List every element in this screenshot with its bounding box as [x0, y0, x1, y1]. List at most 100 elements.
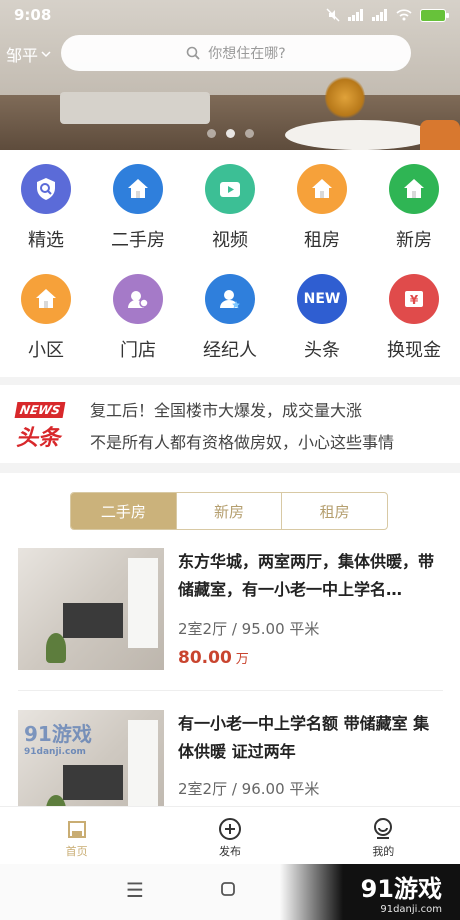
home-icon [66, 815, 88, 843]
new-badge-text: NEW [303, 291, 341, 307]
store-icon [113, 274, 163, 324]
listing-title[interactable]: 东方华城，两室两厅，集体供暖，带储藏室，有一小老一中上学名… [178, 548, 443, 608]
category-label: 视频 [212, 230, 248, 251]
photo-plant [46, 633, 66, 663]
status-time: 9:08 [14, 6, 52, 24]
menu-icon[interactable]: ☰ [126, 878, 144, 902]
search-input[interactable]: 你想住在哪? [61, 35, 411, 71]
listing-meta: 2室2厅 / 96.00 平米 [178, 780, 320, 798]
category-2[interactable]: 二手房 [92, 164, 184, 264]
listing-photo[interactable] [18, 548, 164, 670]
section-divider [0, 463, 460, 473]
photo-watermark: 91游戏 91danji.com [24, 718, 92, 757]
tab-second-hand[interactable]: 二手房 [71, 493, 177, 529]
banner-dot-active[interactable] [225, 129, 235, 138]
new-badge-icon: NEW [297, 274, 347, 324]
shield-search-icon [21, 164, 71, 214]
city-label: 邹平 [6, 46, 39, 65]
category-label: 门店 [120, 340, 156, 361]
city-selector[interactable]: 邹平 [6, 42, 52, 66]
category-4[interactable]: 租房 [276, 164, 368, 264]
listing-divider [18, 690, 443, 691]
banner-sofa [60, 92, 210, 124]
photo-window [128, 558, 158, 648]
nav-publish-label: 发布 [218, 845, 241, 858]
house-icon [297, 164, 347, 214]
category-9[interactable]: NEW 头条 [276, 274, 368, 374]
photo-tv [63, 765, 123, 800]
news-headline-2[interactable]: 不是所有人都有资格做房奴，小心这些事情 [90, 429, 394, 453]
category-10[interactable]: ¥ 换现金 [368, 274, 460, 374]
price-value: 80.00 [178, 648, 232, 668]
news-logo: NEWS 头条 [14, 399, 74, 451]
tab-rental[interactable]: 租房 [282, 493, 387, 529]
nav-profile[interactable]: 我的 [307, 807, 460, 864]
video-icon [205, 164, 255, 214]
status-bar: 9:08 [0, 0, 460, 30]
listing-title[interactable]: 有一小老一中上学名额 带储藏室 集体供暖 证过两年 [178, 710, 443, 770]
category-label: 新房 [396, 230, 432, 251]
search-icon [186, 46, 200, 60]
category-label: 换现金 [387, 340, 441, 361]
search-placeholder: 你想住在哪? [208, 46, 286, 62]
news-logo-head: 头条 [16, 426, 61, 451]
category-8[interactable]: 经纪人 [184, 274, 276, 374]
signal-icon [348, 9, 363, 21]
agent-icon [205, 274, 255, 324]
banner-dot[interactable] [206, 129, 216, 138]
category-label: 精选 [28, 230, 64, 251]
nav-publish[interactable]: 发布 [153, 807, 306, 864]
plus-circle-icon [218, 815, 242, 843]
category-label: 经纪人 [203, 340, 257, 361]
house-icon [389, 164, 439, 214]
category-label: 小区 [28, 340, 64, 361]
nav-home[interactable]: 首页 [0, 807, 153, 864]
profile-icon [371, 815, 395, 843]
listing-tabs: 二手房 新房 租房 [70, 492, 388, 530]
nav-profile-label: 我的 [372, 845, 395, 858]
watermark: 91游戏 91danji.com [280, 864, 460, 920]
news-logo-tag: NEWS [14, 402, 66, 418]
listing-photo[interactable]: 91游戏 91danji.com [18, 710, 164, 806]
banner-flowers [325, 75, 365, 120]
listing-meta: 2室2厅 / 95.00 平米 [178, 620, 320, 638]
banner-dot[interactable] [244, 129, 254, 138]
category-label: 头条 [304, 340, 340, 361]
photo-watermark-logo: 91游戏 [24, 722, 92, 746]
house-icon [113, 164, 163, 214]
house-icon [21, 274, 71, 324]
category-1[interactable]: 精选 [0, 164, 92, 264]
news-headline-1[interactable]: 复工后！全国楼市大爆发，成交量大涨 [90, 397, 362, 421]
listing-card[interactable]: 东方华城，两室两厅，集体供暖，带储藏室，有一小老一中上学名… 2室2厅 / 95… [18, 548, 443, 673]
home-square-icon[interactable] [220, 878, 236, 902]
wifi-icon [396, 9, 412, 21]
category-label: 二手房 [111, 230, 165, 251]
category-5[interactable]: 新房 [368, 164, 460, 264]
category-3[interactable]: 视频 [184, 164, 276, 264]
tab-new-house[interactable]: 新房 [177, 493, 283, 529]
mute-icon [326, 8, 340, 22]
price-unit: 万 [235, 652, 249, 667]
banner-pagination [0, 129, 460, 138]
listing-card[interactable]: 91游戏 91danji.com 有一小老一中上学名额 带储藏室 集体供暖 证过… [18, 710, 443, 806]
category-6[interactable]: 小区 [0, 274, 92, 374]
news-section[interactable]: NEWS 头条 复工后！全国楼市大爆发，成交量大涨 不是所有人都有资格做房奴，小… [0, 385, 460, 463]
section-divider [0, 377, 460, 385]
status-icons [326, 8, 449, 22]
watermark-logo: 91游戏 [360, 875, 442, 903]
category-grid: 精选 二手房 视频 租房 新房小区 门店 经纪人 NEW 头条 ¥ 换现金 [0, 150, 460, 375]
svg-text:¥: ¥ [410, 293, 419, 307]
cash-icon: ¥ [389, 274, 439, 324]
photo-watermark-url: 91danji.com [24, 747, 86, 757]
nav-home-label: 首页 [65, 845, 88, 858]
photo-window [128, 720, 158, 806]
photo-tv [63, 603, 123, 638]
category-label: 租房 [304, 230, 340, 251]
battery-icon [420, 8, 449, 22]
bottom-nav: 首页 发布 我的 [0, 806, 460, 864]
signal-icon [372, 9, 387, 21]
listing-price: 80.00 万 [178, 648, 249, 668]
category-7[interactable]: 门店 [92, 274, 184, 374]
chevron-down-icon [41, 51, 51, 58]
watermark-url: 91danji.com [380, 904, 442, 915]
